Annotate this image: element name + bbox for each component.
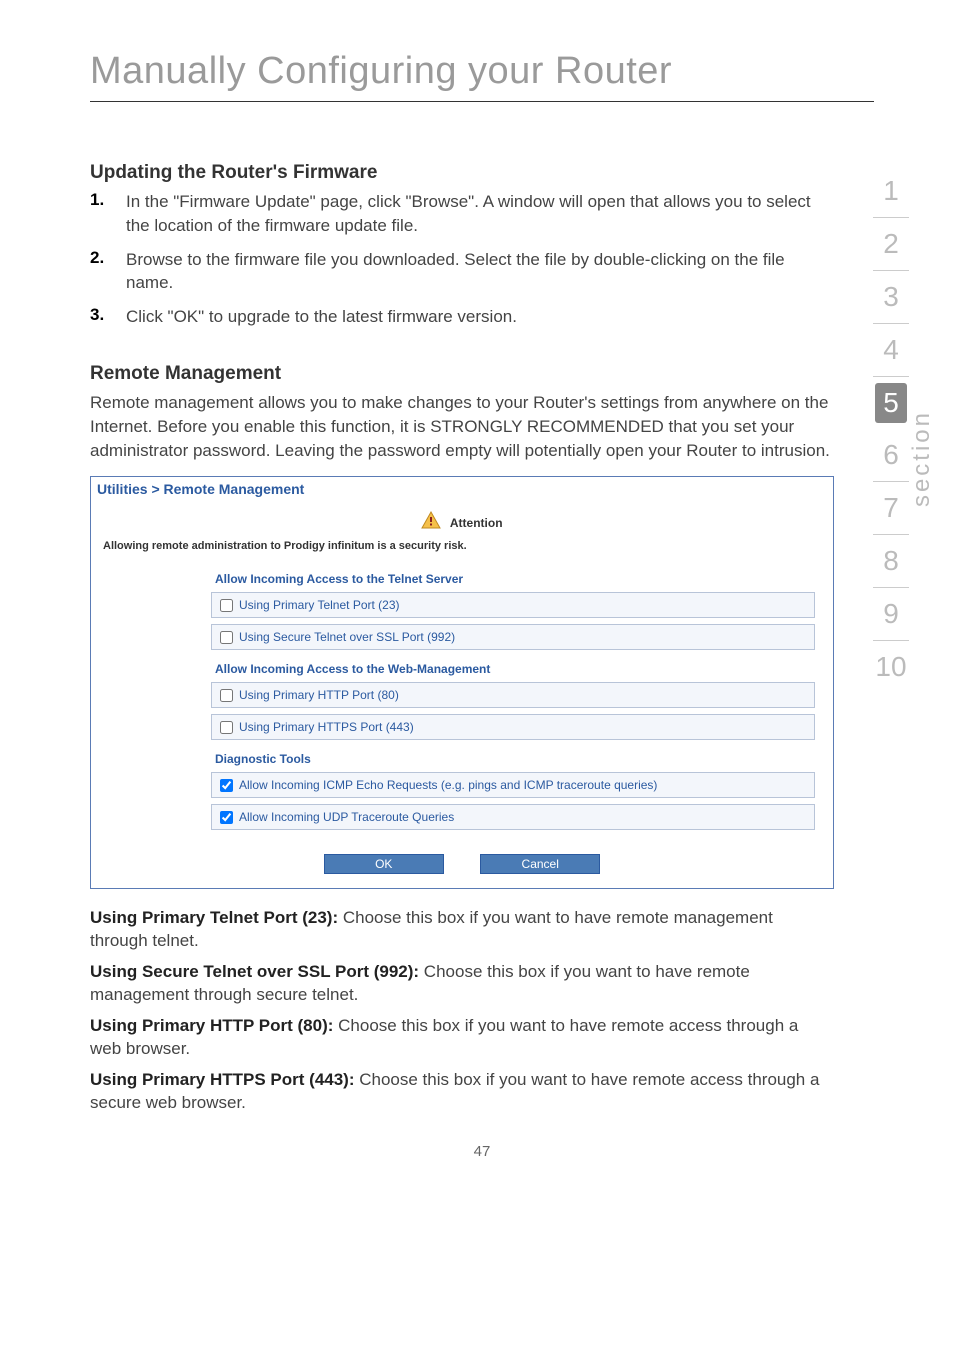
page-title: Manually Configuring your Router	[90, 50, 874, 102]
list-item: 2. Browse to the firmware file you downl…	[90, 248, 834, 296]
button-row: OK Cancel	[91, 836, 833, 888]
updating-steps: 1. In the "Firmware Update" page, click …	[90, 190, 834, 329]
definition-telnet-992: Using Secure Telnet over SSL Port (992):…	[90, 961, 834, 1007]
definition-term: Using Primary HTTP Port (80):	[90, 1016, 333, 1035]
section-label: section	[908, 410, 936, 507]
definition-term: Using Primary HTTPS Port (443):	[90, 1070, 355, 1089]
list-item: 3. Click "OK" to upgrade to the latest f…	[90, 305, 834, 329]
option-label: Allow Incoming ICMP Echo Requests (e.g. …	[239, 778, 657, 792]
option-row[interactable]: Using Secure Telnet over SSL Port (992)	[211, 624, 815, 650]
nav-2[interactable]: 2	[873, 218, 909, 271]
remote-management-panel: Utilities > Remote Management Attention …	[90, 476, 834, 889]
options-block: Allow Incoming Access to the Telnet Serv…	[211, 566, 815, 830]
ok-button[interactable]: OK	[324, 854, 444, 874]
option-row[interactable]: Using Primary Telnet Port (23)	[211, 592, 815, 618]
nav-10[interactable]: 10	[873, 641, 909, 693]
step-num: 3.	[90, 305, 126, 329]
http-checkbox[interactable]	[220, 689, 233, 702]
definition-term: Using Primary Telnet Port (23):	[90, 908, 338, 927]
cancel-button[interactable]: Cancel	[480, 854, 600, 874]
attention-label: Attention	[450, 516, 503, 530]
option-label: Using Primary HTTPS Port (443)	[239, 720, 414, 734]
list-item: 1. In the "Firmware Update" page, click …	[90, 190, 834, 238]
telnet-primary-checkbox[interactable]	[220, 599, 233, 612]
nav-3[interactable]: 3	[873, 271, 909, 324]
https-checkbox[interactable]	[220, 721, 233, 734]
page-number: 47	[90, 1143, 874, 1160]
nav-7[interactable]: 7	[873, 482, 909, 535]
section-nav: 1 2 3 4 5 6 7 8 9 10	[873, 165, 909, 693]
option-label: Using Primary HTTP Port (80)	[239, 688, 399, 702]
telnet-heading: Allow Incoming Access to the Telnet Serv…	[211, 566, 815, 592]
web-heading: Allow Incoming Access to the Web-Managem…	[211, 656, 815, 682]
option-row[interactable]: Allow Incoming ICMP Echo Requests (e.g. …	[211, 772, 815, 798]
remote-heading: Remote Management	[90, 363, 834, 385]
step-text: In the "Firmware Update" page, click "Br…	[126, 190, 834, 238]
diagnostic-heading: Diagnostic Tools	[211, 746, 815, 772]
option-row[interactable]: Using Primary HTTP Port (80)	[211, 682, 815, 708]
step-num: 1.	[90, 190, 126, 238]
remote-intro: Remote management allows you to make cha…	[90, 391, 834, 462]
step-num: 2.	[90, 248, 126, 296]
updating-heading: Updating the Router's Firmware	[90, 162, 834, 184]
panel-header: Utilities > Remote Management	[91, 477, 833, 501]
step-text: Browse to the firmware file you download…	[126, 248, 834, 296]
attention-subtext: Allowing remote administration to Prodig…	[91, 538, 833, 566]
udp-traceroute-checkbox[interactable]	[220, 811, 233, 824]
nav-6[interactable]: 6	[873, 429, 909, 482]
option-label: Using Primary Telnet Port (23)	[239, 598, 400, 612]
option-label: Using Secure Telnet over SSL Port (992)	[239, 630, 455, 644]
attention-row: Attention	[91, 501, 833, 538]
nav-9[interactable]: 9	[873, 588, 909, 641]
step-text: Click "OK" to upgrade to the latest firm…	[126, 305, 517, 329]
nav-8[interactable]: 8	[873, 535, 909, 588]
warning-icon	[421, 511, 441, 534]
nav-5[interactable]: 5	[875, 383, 907, 423]
option-row[interactable]: Allow Incoming UDP Traceroute Queries	[211, 804, 815, 830]
option-row[interactable]: Using Primary HTTPS Port (443)	[211, 714, 815, 740]
option-label: Allow Incoming UDP Traceroute Queries	[239, 810, 454, 824]
content: Updating the Router's Firmware 1. In the…	[90, 162, 874, 1115]
definition-http-80: Using Primary HTTP Port (80): Choose thi…	[90, 1015, 834, 1061]
nav-1[interactable]: 1	[873, 165, 909, 218]
icmp-checkbox[interactable]	[220, 779, 233, 792]
nav-4[interactable]: 4	[873, 324, 909, 377]
definition-term: Using Secure Telnet over SSL Port (992):	[90, 962, 419, 981]
telnet-ssl-checkbox[interactable]	[220, 631, 233, 644]
definition-telnet-23: Using Primary Telnet Port (23): Choose t…	[90, 907, 834, 953]
definition-https-443: Using Primary HTTPS Port (443): Choose t…	[90, 1069, 834, 1115]
